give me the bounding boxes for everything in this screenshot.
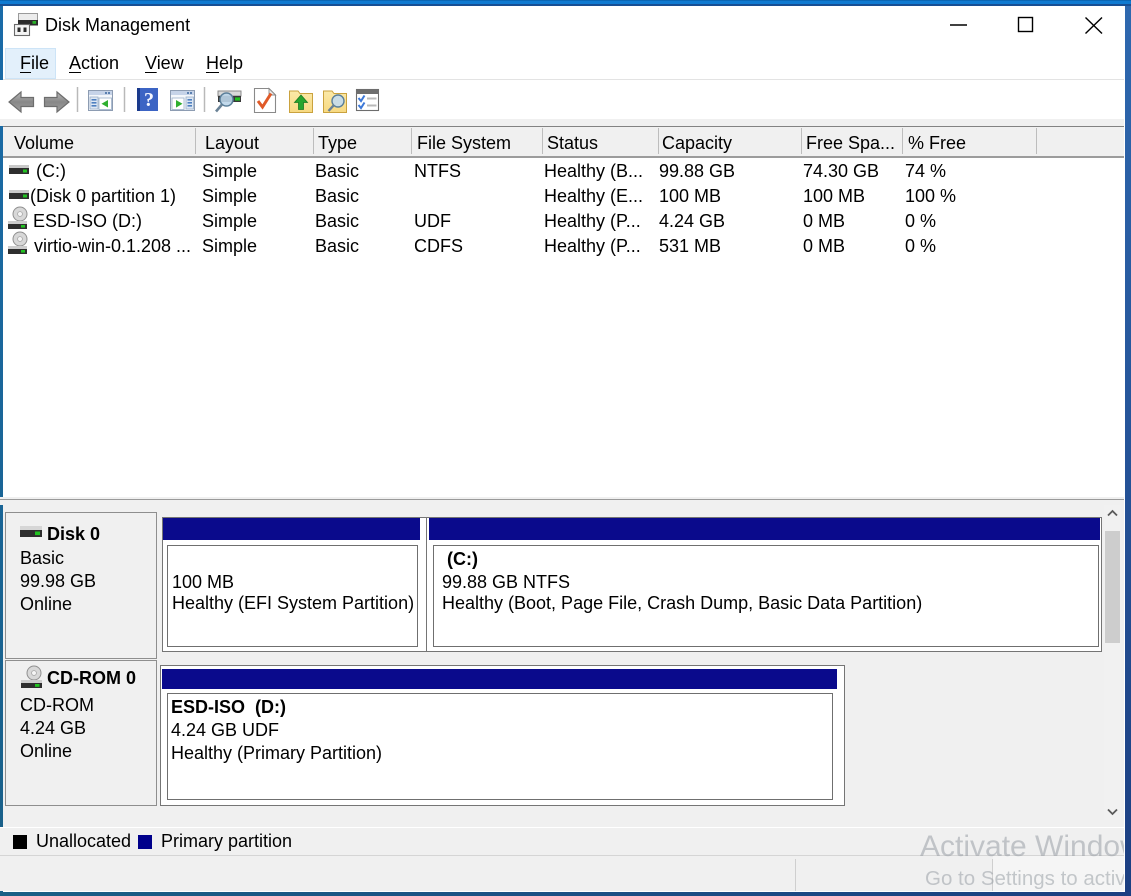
svg-text:?: ?: [144, 89, 154, 111]
